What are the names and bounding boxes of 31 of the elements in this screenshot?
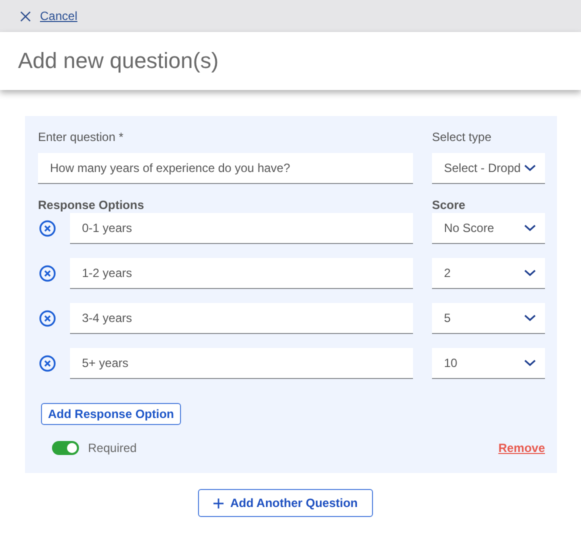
response-field[interactable]: 5+ years (70, 348, 413, 379)
field-label: Select type (432, 130, 492, 144)
score-dropdown[interactable]: No Score (432, 213, 545, 244)
remove-icon[interactable] (39, 310, 56, 327)
page-title: Add new question(s) (18, 48, 219, 74)
field-label: Enter question * (38, 130, 124, 144)
chevron-down-icon (524, 164, 536, 172)
section-label: Score (432, 198, 466, 212)
score-dropdown[interactable]: 10 (432, 348, 545, 379)
score-dropdown[interactable]: 2 (432, 258, 545, 289)
response-field[interactable]: 1-2 years (70, 258, 413, 289)
response-field[interactable]: 0-1 years (70, 213, 413, 244)
remove-icon[interactable] (39, 265, 56, 282)
cancel-link[interactable]: Cancel (40, 9, 78, 23)
type-dropdown[interactable]: Select - Dropd (432, 153, 545, 184)
required-toggle[interactable] (52, 441, 79, 455)
chevron-down-icon (524, 314, 536, 322)
add-question-button[interactable]: Add Another Question (198, 489, 373, 517)
chevron-down-icon (524, 359, 536, 367)
remove-icon[interactable] (39, 355, 56, 372)
chevron-down-icon (524, 269, 536, 277)
remove-icon[interactable] (39, 220, 56, 237)
score-dropdown[interactable]: 5 (432, 303, 545, 334)
plus-icon (213, 498, 224, 508)
close-icon[interactable] (20, 10, 31, 22)
toggle-label: Required (88, 441, 137, 455)
question-field[interactable]: How many years of experience do you have? (38, 153, 413, 184)
response-field[interactable]: 3-4 years (70, 303, 413, 334)
add-response-button[interactable]: Add Response Option (41, 403, 181, 425)
section-label: Response Options (38, 198, 146, 212)
chevron-down-icon (524, 224, 536, 232)
